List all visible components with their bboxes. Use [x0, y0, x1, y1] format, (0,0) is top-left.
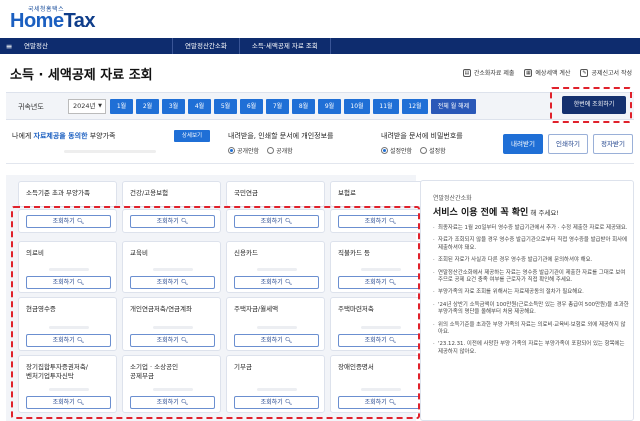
month-button[interactable]: 8월 — [292, 99, 315, 114]
nav-item-deduction[interactable]: 소득·세액공제 자료 조회 — [240, 38, 331, 54]
radio-selected-icon — [381, 147, 388, 154]
month-button[interactable]: 6월 — [240, 99, 263, 114]
chevron-down-icon: ▼ — [98, 103, 102, 109]
logo-home-text: Home — [10, 10, 64, 32]
category-card: 건강/고용보험 — [122, 181, 221, 207]
privacy-option-title: 내려받을, 인쇄할 문서에 개인정보를 — [228, 132, 334, 140]
month-button[interactable]: 9월 — [318, 99, 341, 114]
month-buttons: 1월 2월 3월 4월 5월 6월 7월 8월 9월 10월 11월 12월 전… — [110, 99, 476, 114]
radio-label: 공개안함 — [237, 148, 260, 155]
notice-heading-suffix: 해 주세요! — [528, 209, 560, 217]
dependents-list — [64, 150, 156, 153]
nav-item-simplified[interactable]: 연말정산간소화 — [173, 38, 240, 54]
link-label: 공제신고서 작성 — [591, 70, 632, 77]
header: 국세청홈택스 HomeTax — [0, 0, 640, 36]
radio-unselected-icon — [267, 147, 275, 154]
category-title: 건강/고용보험 — [130, 189, 169, 197]
password-radio-group: 설정안함 설정함 — [381, 146, 446, 155]
nav-home[interactable]: 연말정산 — [18, 38, 173, 54]
logo-tax-text: Tax — [63, 10, 96, 32]
category-title: 소득기준 초과 부양가족 — [26, 189, 90, 197]
link-label: 예상세액 계산 — [535, 70, 571, 77]
notice-caption: 연말정산간소화 — [433, 195, 472, 202]
notice-heading: 서비스 이용 전에 꼭 확인 해 주세요! — [433, 205, 559, 218]
deduction-form-link[interactable]: ✎ 공제신고서 작성 — [580, 68, 632, 77]
submit-data-link[interactable]: ▤ 간소화자료 제출 — [462, 68, 515, 77]
radio-show-privacy[interactable]: 공개함 — [267, 146, 293, 155]
radio-unselected-icon — [420, 147, 428, 154]
menu-icon[interactable]: ≡ — [0, 42, 18, 51]
radio-label: 설정함 — [429, 148, 446, 155]
category-card: 국민연금 — [226, 181, 325, 207]
options-row: 나에게 자료제공을 동의한 부양가족 상세보기 내려받을, 인쇄할 문서에 개인… — [6, 124, 634, 164]
year-filter-row: 귀속년도 2024년 ▼ 1월 2월 3월 4월 5월 6월 7월 8월 9월 … — [6, 92, 634, 120]
highlight-box — [550, 87, 632, 123]
radio-label: 공개함 — [276, 148, 293, 155]
notice-heading-text: 서비스 이용 전에 꼭 확인 — [433, 208, 529, 218]
category-card: 보험료 — [330, 181, 429, 207]
highlight-box — [11, 206, 420, 419]
month-button[interactable]: 4월 — [188, 99, 211, 114]
month-button[interactable]: 3월 — [162, 99, 185, 114]
link-label: 간소화자료 제출 — [473, 70, 515, 77]
radio-set-password[interactable]: 설정함 — [420, 146, 446, 155]
year-value: 2024년 — [73, 102, 96, 110]
year-label: 귀속년도 — [18, 103, 44, 111]
top-links: ▤ 간소화자료 제출 ▦ 예상세액 계산 ✎ 공제신고서 작성 — [462, 68, 632, 77]
download-button[interactable]: 내려받기 — [503, 134, 543, 154]
hometax-logo[interactable]: HomeTax — [10, 10, 96, 33]
year-select[interactable]: 2024년 ▼ — [68, 99, 106, 114]
month-button[interactable]: 12월 — [402, 99, 428, 114]
doc-icon: ▤ — [462, 68, 471, 77]
notice-item: 연말정산간소화에서 제공하는 자료는 영수증 발급기관이 제출한 자료를 그대로… — [433, 270, 629, 285]
password-option-title: 내려받을 문서에 비밀번호를 — [381, 132, 463, 140]
calc-icon: ▦ — [524, 68, 533, 77]
category-title: 보험료 — [338, 189, 356, 197]
dependents-label: 나에게 자료제공을 동의한 부양가족 — [12, 131, 116, 141]
privacy-radio-group: 공개안함 공개함 — [228, 146, 293, 155]
form-icon: ✎ — [580, 68, 589, 77]
month-button[interactable]: 7월 — [266, 99, 289, 114]
month-button[interactable]: 11월 — [373, 99, 399, 114]
month-button[interactable]: 5월 — [214, 99, 237, 114]
dependents-prefix: 나에게 — [12, 132, 34, 140]
dependents-suffix: 부양가족 — [87, 132, 116, 140]
estimate-tax-link[interactable]: ▦ 예상세액 계산 — [524, 68, 570, 77]
radio-selected-icon — [228, 147, 235, 154]
print-button[interactable]: 인쇄하기 — [548, 134, 588, 154]
notice-item: 위의 소득기준을 초과한 부양 가족의 자료는 의료비·교육비·보험료 외에 제… — [433, 322, 629, 337]
all-months-toggle[interactable]: 전체 월 해제 — [431, 99, 476, 114]
notice-panel: 연말정산간소화 서비스 이용 전에 꼭 확인 해 주세요! 최종자료는 1월 2… — [420, 180, 634, 421]
notice-item: 조회된 자료가 사실과 다른 경우 영수증 발급기관에 문의하셔야 해요. — [433, 257, 629, 265]
notice-item: 자료가 조회되지 않을 경우 영수증 발급기관으로부터 직접 영수증을 발급받아… — [433, 237, 629, 252]
month-button[interactable]: 1월 — [110, 99, 133, 114]
month-button[interactable]: 2월 — [136, 99, 159, 114]
category-card: 소득기준 초과 부양가족 — [18, 181, 117, 207]
page-title: 소득 · 세액공제 자료 조회 — [10, 68, 153, 83]
receive-button[interactable]: 정자받기 — [593, 134, 633, 154]
detail-view-button[interactable]: 상세보기 — [174, 130, 210, 142]
dependents-highlight: 자료제공을 동의한 — [33, 132, 88, 140]
notice-list: 최종자료는 1월 20일부터 영수증 발급기관에서 추가 · 수정 제출한 자료… — [433, 225, 629, 361]
notice-item: '24년 상반기 소득금액이 100만원(근로소득만 있는 경우 총급여 500… — [433, 302, 629, 317]
radio-no-password[interactable]: 설정안함 — [381, 146, 412, 155]
notice-item: '23.12.31. 이전에 사망한 부양 가족의 자료는 부양가족이 포함되어… — [433, 341, 629, 356]
category-title: 국민연금 — [234, 189, 258, 197]
breadcrumb-nav: ≡ 연말정산 연말정산간소화 소득·세액공제 자료 조회 — [0, 38, 640, 54]
radio-label: 설정안함 — [390, 148, 413, 155]
notice-item: 부양가족의 자료 조회를 위해서는 자료제공동의 절차가 필요해요. — [433, 289, 629, 297]
radio-hide-privacy[interactable]: 공개안함 — [228, 146, 259, 155]
month-button[interactable]: 10월 — [344, 99, 370, 114]
notice-item: 최종자료는 1월 20일부터 영수증 발급기관에서 추가 · 수정 제출한 자료… — [433, 225, 629, 233]
